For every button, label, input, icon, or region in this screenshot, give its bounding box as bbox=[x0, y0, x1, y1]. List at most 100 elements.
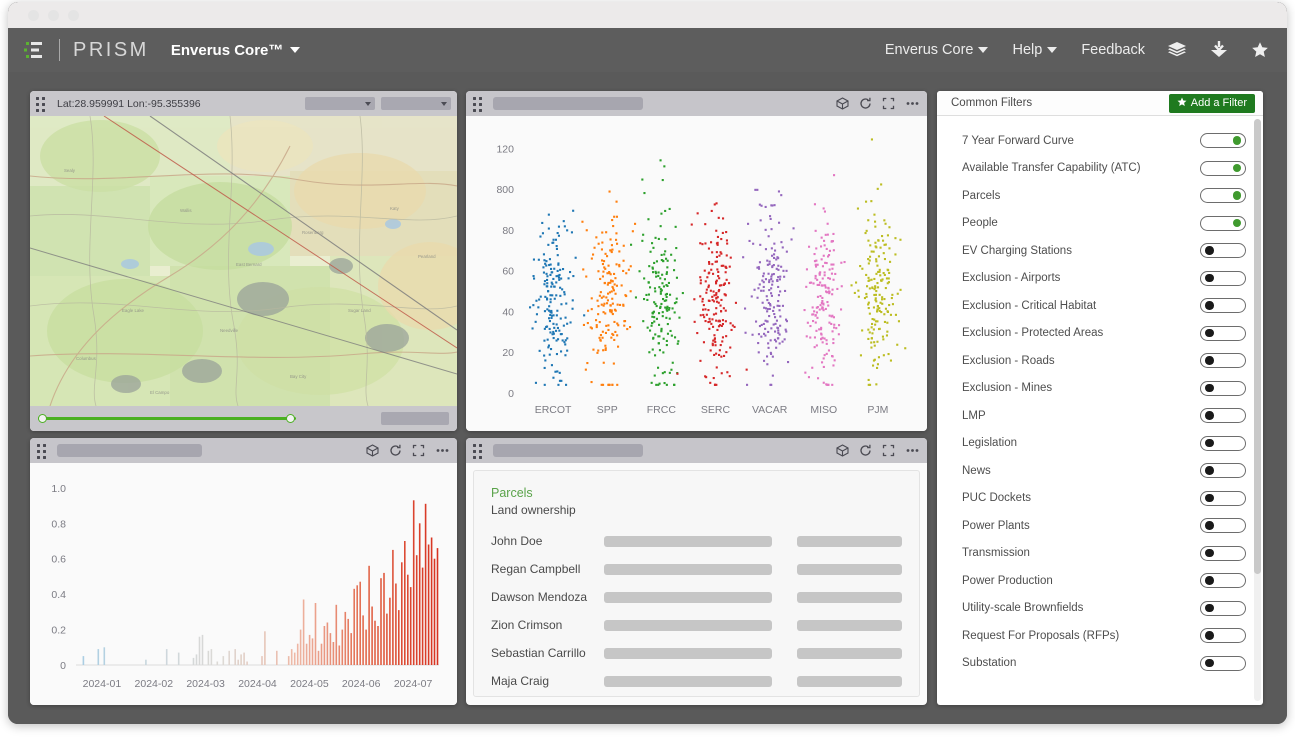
map-layer-select[interactable] bbox=[381, 97, 451, 110]
parcel-value-placeholder bbox=[604, 536, 772, 547]
more-icon[interactable] bbox=[905, 444, 920, 457]
svg-text:Pearland: Pearland bbox=[418, 254, 436, 259]
cube-icon[interactable] bbox=[836, 97, 849, 110]
filter-label: Legislation bbox=[962, 437, 1017, 449]
svg-text:80: 80 bbox=[502, 225, 514, 237]
parcel-value-placeholder bbox=[604, 648, 772, 659]
filter-toggle[interactable] bbox=[1200, 326, 1246, 341]
drag-handle-icon[interactable] bbox=[36, 97, 48, 111]
product-selector[interactable]: Enverus Core™ bbox=[171, 42, 301, 59]
filter-toggle[interactable] bbox=[1200, 298, 1246, 313]
bars-panel: 00.20.40.60.81.02024-012024-022024-03202… bbox=[30, 438, 457, 705]
toggle-knob bbox=[1205, 246, 1214, 255]
parcel-row[interactable]: Regan Campbell bbox=[491, 555, 902, 583]
star-icon[interactable] bbox=[1251, 41, 1269, 59]
browser-window: PRISM Enverus Core™ Enverus Core Help Fe… bbox=[8, 2, 1287, 724]
drag-handle-icon[interactable] bbox=[473, 97, 485, 111]
toggle-knob bbox=[1205, 521, 1214, 530]
filter-toggle[interactable] bbox=[1200, 133, 1246, 148]
filter-toggle[interactable] bbox=[1200, 353, 1246, 368]
filter-toggle[interactable] bbox=[1200, 656, 1246, 671]
parcel-row[interactable]: John Doe bbox=[491, 527, 902, 555]
filter-toggle[interactable] bbox=[1200, 436, 1246, 451]
filter-label: Power Plants bbox=[962, 520, 1030, 532]
filter-row: Parcels bbox=[937, 182, 1254, 210]
filter-label: Exclusion - Mines bbox=[962, 382, 1052, 394]
filter-toggle[interactable] bbox=[1200, 573, 1246, 588]
enverus-logo-icon bbox=[24, 41, 46, 59]
chevron-down-icon bbox=[1047, 47, 1057, 53]
filter-toggle[interactable] bbox=[1200, 463, 1246, 478]
filter-toggle[interactable] bbox=[1200, 518, 1246, 533]
refresh-icon[interactable] bbox=[389, 444, 402, 457]
bars-panel-title-placeholder bbox=[57, 444, 202, 457]
expand-icon[interactable] bbox=[882, 97, 895, 110]
map-basemap-select[interactable] bbox=[305, 97, 375, 110]
svg-text:FRCC: FRCC bbox=[647, 404, 677, 416]
parcel-owner-name: John Doe bbox=[491, 534, 598, 548]
filter-toggle[interactable] bbox=[1200, 546, 1246, 561]
parcel-row[interactable]: Zion Crimson bbox=[491, 611, 902, 639]
svg-text:Katy: Katy bbox=[390, 206, 400, 211]
add-filter-button[interactable]: Add a Filter bbox=[1169, 94, 1255, 113]
expand-icon[interactable] bbox=[412, 444, 425, 457]
parcels-panel: Parcels Land ownership John DoeRegan Cam… bbox=[466, 438, 927, 705]
more-icon[interactable] bbox=[905, 97, 920, 110]
filter-toggle[interactable] bbox=[1200, 188, 1246, 203]
svg-text:2024-01: 2024-01 bbox=[83, 678, 122, 690]
window-maximize-button[interactable] bbox=[68, 10, 79, 21]
filter-row: EV Charging Stations bbox=[937, 237, 1254, 265]
filters-scrollbar[interactable] bbox=[1254, 119, 1261, 701]
drag-handle-icon[interactable] bbox=[37, 444, 49, 458]
map-scale-box[interactable] bbox=[381, 412, 449, 425]
filter-toggle[interactable] bbox=[1200, 216, 1246, 231]
cube-icon[interactable] bbox=[366, 444, 379, 457]
parcel-row[interactable]: Sebastian Carrillo bbox=[491, 639, 902, 667]
parcel-row[interactable]: Dawson Mendoza bbox=[491, 583, 902, 611]
map-time-slider[interactable] bbox=[38, 413, 296, 425]
svg-text:0: 0 bbox=[60, 660, 66, 672]
filter-toggle[interactable] bbox=[1200, 628, 1246, 643]
map-canvas[interactable]: Sealy Wallis East Bernard Rosenberg Eagl… bbox=[30, 116, 457, 406]
filter-row: Power Plants bbox=[937, 512, 1254, 540]
slider-handle-end[interactable] bbox=[286, 414, 295, 423]
toggle-knob bbox=[1205, 466, 1214, 475]
drag-handle-icon[interactable] bbox=[473, 444, 485, 458]
window-close-button[interactable] bbox=[28, 10, 39, 21]
svg-text:SPP: SPP bbox=[597, 404, 618, 416]
cube-icon[interactable] bbox=[836, 444, 849, 457]
toggle-knob bbox=[1205, 659, 1214, 668]
download-icon[interactable] bbox=[1209, 41, 1229, 59]
scatter-plot[interactable]: 020406080800120ERCOTSPPFRCCSERCVACARMISO… bbox=[466, 116, 927, 431]
more-icon[interactable] bbox=[435, 444, 450, 457]
bar-chart[interactable]: 00.20.40.60.81.02024-012024-022024-03202… bbox=[30, 463, 457, 705]
nav-help[interactable]: Help bbox=[1012, 42, 1057, 58]
parcel-value-placeholder bbox=[604, 564, 772, 575]
filter-toggle[interactable] bbox=[1200, 408, 1246, 423]
filters-scrollbar-thumb[interactable] bbox=[1254, 119, 1261, 574]
window-minimize-button[interactable] bbox=[48, 10, 59, 21]
filter-toggle[interactable] bbox=[1200, 601, 1246, 616]
chevron-down-icon bbox=[978, 47, 988, 53]
refresh-icon[interactable] bbox=[859, 444, 872, 457]
filter-toggle[interactable] bbox=[1200, 243, 1246, 258]
svg-text:20: 20 bbox=[502, 347, 514, 359]
brand-name: PRISM bbox=[73, 39, 149, 62]
filter-label: PUC Dockets bbox=[962, 492, 1031, 504]
nav-enverus-core[interactable]: Enverus Core bbox=[885, 42, 989, 58]
filter-toggle[interactable] bbox=[1200, 491, 1246, 506]
svg-text:Sealy: Sealy bbox=[64, 168, 76, 173]
filter-toggle[interactable] bbox=[1200, 271, 1246, 286]
toggle-knob bbox=[1205, 274, 1214, 283]
filter-toggle[interactable] bbox=[1200, 381, 1246, 396]
nav-feedback[interactable]: Feedback bbox=[1081, 42, 1145, 58]
parcel-row[interactable]: Maja Craig bbox=[491, 667, 902, 695]
filter-toggle[interactable] bbox=[1200, 161, 1246, 176]
refresh-icon[interactable] bbox=[859, 97, 872, 110]
expand-icon[interactable] bbox=[882, 444, 895, 457]
star-icon bbox=[1177, 97, 1187, 110]
slider-handle-start[interactable] bbox=[38, 414, 47, 423]
parcel-owner-name: Sebastian Carrillo bbox=[491, 646, 598, 660]
layers-icon[interactable] bbox=[1167, 41, 1187, 59]
filter-row: LMP bbox=[937, 402, 1254, 430]
